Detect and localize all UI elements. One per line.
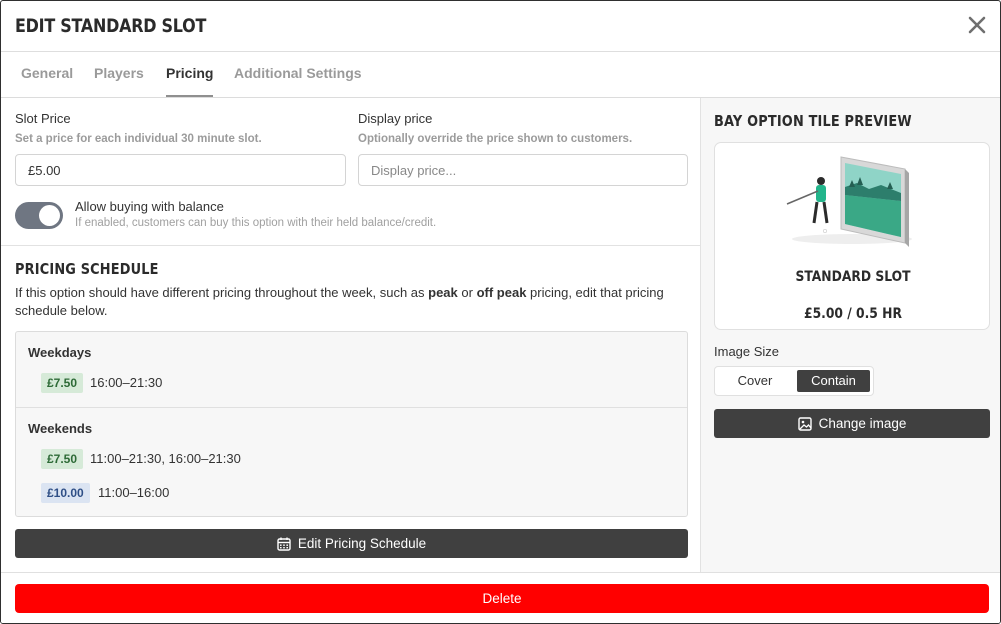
price-badge: £7.50 xyxy=(41,449,84,469)
edit-pricing-schedule-button[interactable]: Edit Pricing Schedule xyxy=(15,529,688,558)
display-price-label: Display price xyxy=(358,111,433,126)
modal-footer: Delete xyxy=(1,572,1000,623)
display-price-help: Optionally override the price shown to c… xyxy=(358,133,633,145)
balance-toggle[interactable] xyxy=(15,202,63,229)
tile-slot-name: STANDARD SLOT xyxy=(795,269,911,285)
pricing-schedule-title: PRICING SCHEDULE xyxy=(15,260,159,278)
golfer-simulator-illustration xyxy=(786,156,912,247)
desc-text: If this option should have different pri… xyxy=(15,285,429,300)
image-size-label: Image Size xyxy=(714,344,780,359)
pricing-schedule-description: If this option should have different pri… xyxy=(15,284,685,320)
balance-toggle-help: If enabled, customers can buy this optio… xyxy=(75,217,437,229)
toggle-knob xyxy=(39,205,60,226)
price-badge: £7.50 xyxy=(41,373,84,393)
close-button[interactable] xyxy=(966,14,988,36)
image-size-cover-option[interactable]: Cover xyxy=(718,370,792,392)
schedule-separator xyxy=(16,407,687,408)
delete-button[interactable]: Delete xyxy=(15,584,989,613)
image-icon xyxy=(797,416,812,431)
slot-price-help: Set a price for each individual 30 minut… xyxy=(15,133,262,145)
tile-preview-card: STANDARD SLOT £5.00 / 0.5 HR xyxy=(714,142,990,330)
slot-price-input[interactable] xyxy=(15,154,346,186)
price-badge: £10.00 xyxy=(41,483,90,503)
tile-preview-panel: BAY OPTION TILE PREVIEW STANDARD SLOT £5… xyxy=(700,98,1000,572)
tab-additional-settings[interactable]: Additional Settings xyxy=(234,65,362,95)
close-icon xyxy=(968,16,986,34)
image-size-contain-option[interactable]: Contain xyxy=(797,370,870,392)
modal-title: EDIT STANDARD SLOT xyxy=(15,15,207,37)
tile-slot-price: £5.00 / 0.5 HR xyxy=(804,306,902,322)
tab-general[interactable]: General xyxy=(21,65,73,95)
tab-pricing[interactable]: Pricing xyxy=(166,65,214,97)
desc-text: or xyxy=(457,285,477,300)
change-image-label: Change image xyxy=(818,416,907,431)
section-divider xyxy=(1,245,700,246)
slot-price-label: Slot Price xyxy=(15,111,71,126)
calendar-icon xyxy=(277,537,291,551)
edit-slot-modal: EDIT STANDARD SLOT General Players Prici… xyxy=(0,0,1001,624)
balance-toggle-label: Allow buying with balance xyxy=(75,199,224,214)
schedule-group-weekdays: Weekdays xyxy=(28,345,92,360)
schedule-times: 11:00–16:00 xyxy=(98,485,170,500)
schedule-group-weekends: Weekends xyxy=(28,421,93,436)
edit-pricing-schedule-label: Edit Pricing Schedule xyxy=(297,536,427,551)
desc-bold-peak: peak xyxy=(428,285,458,300)
modal-header: EDIT STANDARD SLOT xyxy=(1,1,1000,52)
tile-preview-title: BAY OPTION TILE PREVIEW xyxy=(714,112,912,130)
desc-bold-off-peak: off peak xyxy=(476,285,527,300)
pricing-schedule-list: Weekdays £7.50 16:00–21:30 Weekends £7.5… xyxy=(15,331,688,517)
change-image-button[interactable]: Change image xyxy=(714,409,990,438)
tab-bar: General Players Pricing Additional Setti… xyxy=(1,52,1000,98)
display-price-input[interactable] xyxy=(358,154,688,186)
tab-players[interactable]: Players xyxy=(94,65,144,95)
pricing-panel: Slot Price Set a price for each individu… xyxy=(1,98,700,572)
image-size-toggle: Cover Contain xyxy=(714,366,874,396)
schedule-times: 16:00–21:30 xyxy=(90,375,163,390)
schedule-times: 11:00–21:30, 16:00–21:30 xyxy=(90,451,241,466)
